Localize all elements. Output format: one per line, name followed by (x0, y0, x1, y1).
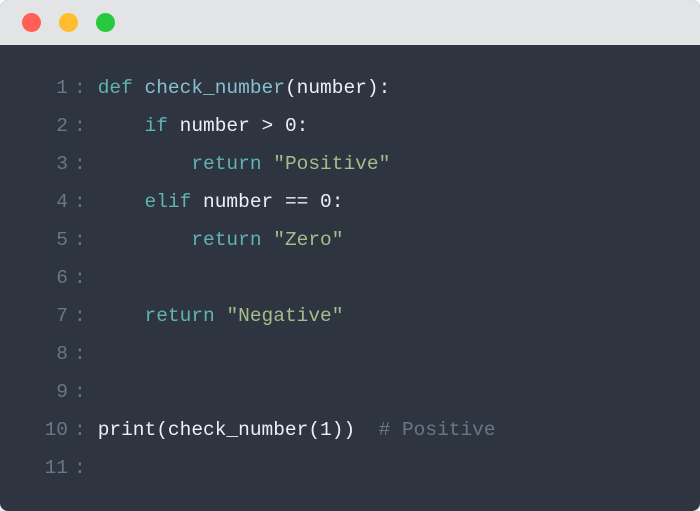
line-number: 7 (18, 297, 68, 335)
line-number: 6 (18, 259, 68, 297)
code-content: return "Zero" (98, 221, 670, 259)
code-editor[interactable]: 1 : def check_number(number): 2 : if num… (0, 45, 700, 511)
code-content (98, 259, 670, 297)
code-line: 8 : (18, 335, 670, 373)
line-number: 2 (18, 107, 68, 145)
gutter-colon: : (68, 373, 98, 411)
code-content: return "Negative" (98, 297, 670, 335)
code-line: 1 : def check_number(number): (18, 69, 670, 107)
editor-window: 1 : def check_number(number): 2 : if num… (0, 0, 700, 511)
code-line: 3 : return "Positive" (18, 145, 670, 183)
line-number: 11 (18, 449, 68, 487)
code-content: print(check_number(1)) # Positive (98, 411, 670, 449)
code-line: 2 : if number > 0: (18, 107, 670, 145)
line-number: 9 (18, 373, 68, 411)
line-number: 5 (18, 221, 68, 259)
gutter-colon: : (68, 107, 98, 145)
code-line: 6 : (18, 259, 670, 297)
code-content: def check_number(number): (98, 69, 670, 107)
code-content (98, 449, 670, 487)
code-content: elif number == 0: (98, 183, 670, 221)
line-number: 8 (18, 335, 68, 373)
gutter-colon: : (68, 69, 98, 107)
close-icon[interactable] (22, 13, 41, 32)
minimize-icon[interactable] (59, 13, 78, 32)
line-number: 4 (18, 183, 68, 221)
gutter-colon: : (68, 145, 98, 183)
code-line: 11 : (18, 449, 670, 487)
line-number: 1 (18, 69, 68, 107)
code-line: 9 : (18, 373, 670, 411)
gutter-colon: : (68, 183, 98, 221)
code-line: 5 : return "Zero" (18, 221, 670, 259)
gutter-colon: : (68, 335, 98, 373)
gutter-colon: : (68, 411, 98, 449)
gutter-colon: : (68, 297, 98, 335)
line-number: 3 (18, 145, 68, 183)
code-content: if number > 0: (98, 107, 670, 145)
code-content (98, 373, 670, 411)
gutter-colon: : (68, 259, 98, 297)
gutter-colon: : (68, 221, 98, 259)
code-content: return "Positive" (98, 145, 670, 183)
gutter-colon: : (68, 449, 98, 487)
titlebar (0, 0, 700, 45)
code-line: 7 : return "Negative" (18, 297, 670, 335)
code-content (98, 335, 670, 373)
code-line: 10 : print(check_number(1)) # Positive (18, 411, 670, 449)
code-line: 4 : elif number == 0: (18, 183, 670, 221)
line-number: 10 (18, 411, 68, 449)
zoom-icon[interactable] (96, 13, 115, 32)
